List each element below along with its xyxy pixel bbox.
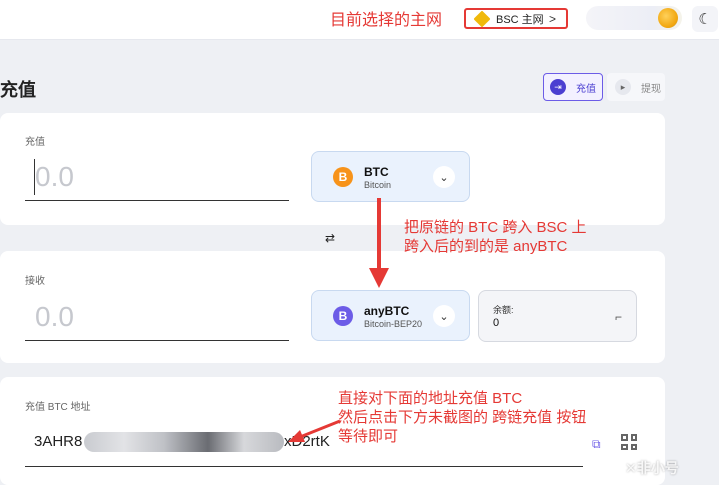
address-arrow-head (288, 430, 305, 442)
address-arrow (299, 419, 341, 439)
bridge-arrow-head (369, 268, 389, 288)
annotation-bridge-2: 跨入后的到的是 anyBTC (404, 238, 568, 255)
annotation-deposit-3: 等待即可 (338, 428, 399, 445)
watermark: ✕非小号 (625, 460, 679, 476)
annotation-bridge-1: 把原链的 BTC 跨入 BSC 上 (404, 219, 587, 236)
annotation-deposit-1: 直接对下面的地址充值 BTC (338, 390, 523, 407)
annotation-deposit-2: 然后点击下方未截图的 跨链充值 按钮 (338, 409, 587, 426)
